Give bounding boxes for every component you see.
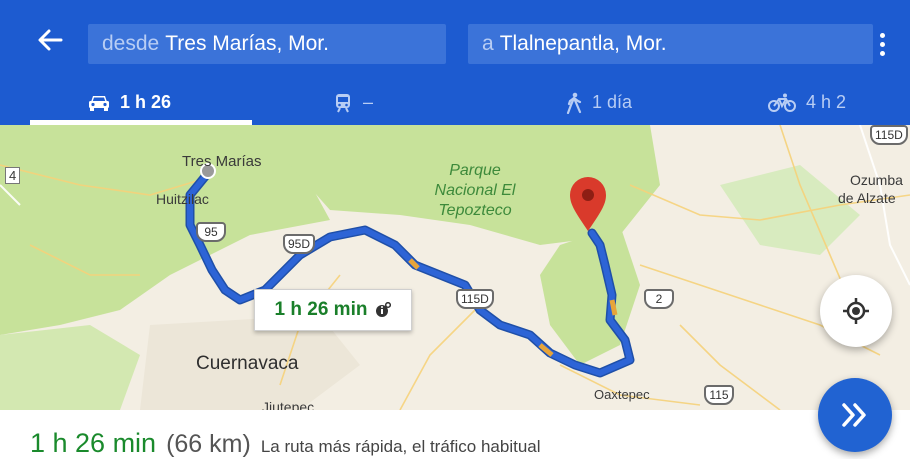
destination-prefix: a [482,32,494,55]
traffic-segment [609,299,618,316]
train-icon [336,93,350,112]
route-summary-distance: (66 km) [166,430,251,458]
walk-icon [566,92,582,114]
more-vert-dot [879,41,885,47]
route-inputs-row: desde Tres Marías, Mor. a Tlalnepantla, … [0,0,910,76]
car-icon [89,95,109,111]
more-options-button[interactable] [868,24,896,64]
map-label-cuernavaca: Cuernavaca [196,353,299,374]
map-label-left-edge-road: 4 [5,167,21,184]
map-label-oaxtepec: Oaxtepec [594,387,650,402]
back-button[interactable] [32,22,68,58]
route-duration-bubble[interactable]: 1 h 26 min [254,289,412,331]
tab-bicycling-label: 4 h 2 [806,92,847,112]
route-summary-duration: 1 h 26 min [30,428,157,458]
destination-field[interactable]: a Tlalnepantla, Mor. [468,24,873,64]
origin-field[interactable]: desde Tres Marías, Mor. [88,24,446,64]
destination-value: Tlalnepantla, Mor. [499,32,667,55]
my-location-icon [843,298,869,324]
origin-value: Tres Marías, Mor. [165,32,329,55]
tab-driving[interactable]: 1 h 26 [88,80,171,125]
origin-prefix: desde [102,32,160,55]
map-label-huitzilac: Huitzilac [156,191,209,207]
map-label-de-alzate: de Alzate [838,190,896,206]
tab-driving-label: 1 h 26 [120,92,172,112]
tab-transit-label: – [363,92,374,112]
tab-walking-label: 1 día [592,92,633,112]
more-vert-dot [879,50,885,56]
double-chevron-right-icon [842,403,866,427]
road-shield-115d-top: 115D [870,125,908,145]
directions-header: desde Tres Marías, Mor. a Tlalnepantla, … [0,0,910,125]
map-label-jiutepec: Jiutepec [262,399,315,410]
park-area-northeast [720,165,860,255]
map-label-park: Parque Nacional El Tepozteco [420,161,530,221]
road-shield-2: 2 [644,289,674,309]
map-label-ozumba: Ozumba [850,172,903,188]
travel-mode-tabs: 1 h 26 – 1 día 4 h 2 [0,80,910,125]
road-shield-95: 95 [196,222,226,242]
map-label-park-line2: Nacional El [434,182,516,199]
route-summary[interactable]: 1 h 26 min (66 km) La ruta más rápida, e… [30,428,541,459]
bike-icon [768,93,796,112]
park-area-southwest [0,325,140,410]
arrow-back-icon [38,29,63,51]
tab-bicycling[interactable]: 4 h 2 [768,80,846,125]
more-vert-icon [879,32,885,38]
route-duration-label: 1 h 26 min [274,299,368,320]
map-label-park-line3: Tepozteco [438,202,512,219]
map-label-tres-marias: Tres Marías [182,153,262,170]
traffic-info-icon [376,302,392,317]
my-location-button[interactable] [820,275,892,347]
route-summary-description: La ruta más rápida, el tráfico habitual [260,437,541,456]
road-shield-115d: 115D [456,289,494,309]
tab-transit[interactable]: – [333,80,373,125]
tab-walking[interactable]: 1 día [566,80,632,125]
start-navigation-button[interactable] [818,378,892,452]
road-shield-115: 115 [704,385,734,405]
road-shield-95d: 95D [283,234,316,254]
map-view[interactable]: Tres Marías Huitzilac Parque Nacional El… [0,125,910,410]
map-label-park-line1: Parque [449,162,501,179]
